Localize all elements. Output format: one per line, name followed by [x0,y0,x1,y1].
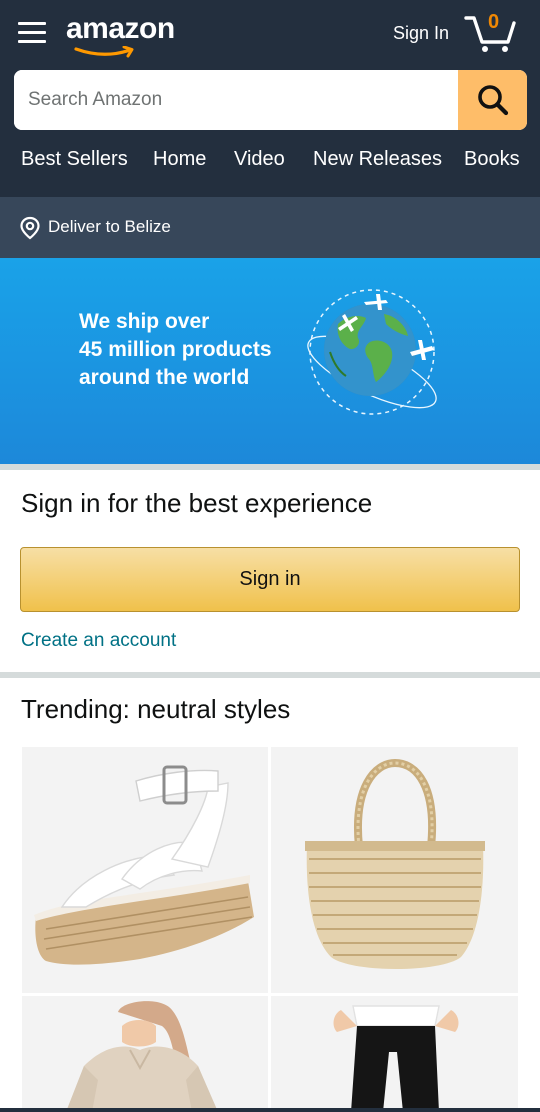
black-pants-image [333,1005,459,1112]
location-pin-icon [20,216,40,240]
header-sign-in-link[interactable]: Sign In [393,23,449,44]
nav-video[interactable]: Video [234,148,285,171]
search-icon [477,85,508,116]
delivery-location-label: Deliver to Belize [48,217,171,236]
shipping-promo-banner[interactable]: We ship over 45 million products around … [0,258,540,464]
product-tile-sandal[interactable] [22,747,268,993]
delivery-location-bar[interactable]: Deliver to Belize [0,197,540,258]
sign-in-card: Sign in for the best experience Sign in … [0,470,540,672]
sign-in-button[interactable]: Sign in [20,547,520,612]
banner-text: We ship over 45 million products around … [79,308,272,392]
linen-top-image [66,1001,218,1112]
cart-count-badge: 0 [488,11,500,33]
category-nav: Best Sellers Home Video New Releases Boo… [0,148,540,180]
create-account-link[interactable]: Create an account [21,630,176,652]
trending-heading: Trending: neutral styles [21,694,291,724]
product-tile-pants[interactable] [271,996,518,1112]
search-bar [14,70,527,130]
hamburger-menu-icon[interactable] [16,18,48,48]
top-header: amazon Sign In 0 Best Sellers Home Video… [0,0,540,197]
banner-line-2: 45 million products [79,338,272,361]
nav-home[interactable]: Home [153,148,206,171]
globe-airplanes-icon [307,289,437,415]
cart-button[interactable]: 0 [464,10,520,54]
banner-line-1: We ship over [79,310,210,333]
search-button[interactable] [458,70,527,130]
trending-section: Trending: neutral styles [0,678,540,1112]
logo-smile-icon [74,46,134,58]
product-tile-top[interactable] [22,996,268,1112]
sign-in-heading: Sign in for the best experience [21,488,373,518]
nav-new-releases[interactable]: New Releases [313,148,442,171]
search-input[interactable] [14,70,458,130]
straw-basket-bag-image [305,758,485,969]
logo-wordmark: amazon [66,12,175,45]
nav-best-sellers[interactable]: Best Sellers [21,148,128,171]
amazon-logo[interactable]: amazon [66,12,186,58]
nav-books[interactable]: Books [464,148,520,171]
product-tile-basket[interactable] [271,747,518,993]
wedge-sandal-image [34,765,254,965]
bottom-edge-bar [0,1108,540,1112]
banner-line-3: around the world [79,366,250,389]
